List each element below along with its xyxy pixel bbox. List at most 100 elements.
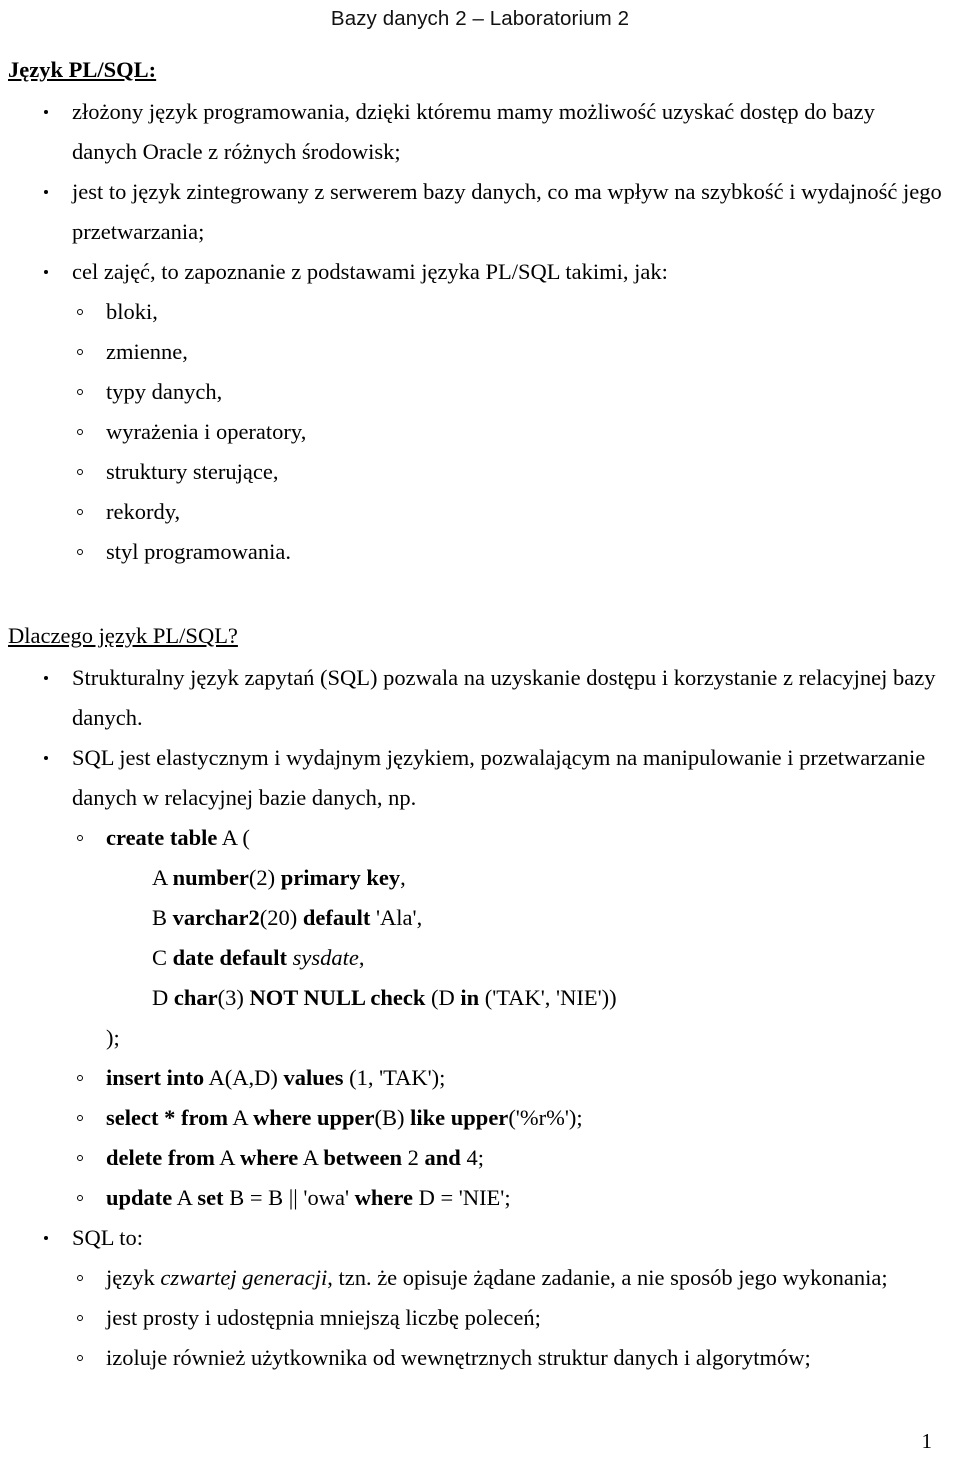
sql-keyword: create table	[106, 825, 218, 850]
list-item: izoluje również użytkownika od wewnętrzn…	[0, 1338, 960, 1378]
list-item: zmienne,	[0, 332, 960, 372]
sql-keyword: varchar2	[172, 905, 260, 930]
sql-column-def-a: A number(2) primary key,	[106, 858, 948, 898]
list-item-text: bloki,	[106, 299, 158, 324]
sql-statement-delete: delete from A where A between 2 and 4;	[0, 1138, 960, 1178]
sql-keyword: like upper	[410, 1105, 509, 1130]
bullet-circle-icon	[77, 309, 83, 315]
list-item: język czwartej generacji, tzn. że opisuj…	[0, 1258, 960, 1298]
sql-keyword: insert into	[106, 1065, 205, 1090]
list-item: cel zajęć, to zapoznanie z podstawami ję…	[0, 252, 960, 292]
sql-statement-create-table: create table A ( A number(2) primary key…	[0, 818, 960, 1058]
list-item-text: styl programowania.	[106, 539, 291, 564]
list-item-text: typy danych,	[106, 379, 223, 404]
sql-operand: (2)	[248, 865, 281, 890]
bullet-circle-icon	[77, 509, 83, 515]
sql-line: select * from A where upper(B) like uppe…	[106, 1098, 948, 1138]
sql-statement-update: update A set B = B || 'owa' where D = 'N…	[0, 1178, 960, 1218]
sql-keyword: and	[424, 1145, 461, 1170]
section-heading-jezyk-plsql: Język PL/SQL:	[8, 57, 157, 82]
list-item: SQL to:	[0, 1218, 960, 1258]
bullet-circle-icon	[77, 1355, 83, 1361]
bullet-circle-icon	[77, 349, 83, 355]
list-item: struktury sterujące,	[0, 452, 960, 492]
sql-operand: (B)	[374, 1105, 411, 1130]
bullet-list-jezyk-plsql: złożony język programowania, dzięki któr…	[0, 92, 960, 292]
sql-operand: 2	[402, 1145, 425, 1170]
sql-operand: (1, 'TAK');	[343, 1065, 446, 1090]
emphasis-text: czwartej generacji	[160, 1265, 328, 1290]
sql-column-def-d: D char(3) NOT NULL check (D in ('TAK', '…	[106, 978, 948, 1018]
bullet-circle-icon	[77, 429, 83, 435]
sql-operand: A	[214, 1145, 240, 1170]
bullet-dot-icon	[44, 1236, 48, 1240]
bullet-list-sql-to: SQL to:	[0, 1218, 960, 1258]
text-fragment: język	[106, 1265, 161, 1290]
sql-keyword: select * from	[106, 1105, 229, 1130]
bullet-dot-icon	[44, 270, 48, 274]
list-item-text: cel zajęć, to zapoznanie z podstawami ję…	[72, 259, 668, 284]
bullet-circle-icon	[77, 549, 83, 555]
list-item: Strukturalny język zapytań (SQL) pozwala…	[0, 658, 960, 738]
bullet-dot-icon	[44, 110, 48, 114]
sql-keyword: delete from	[106, 1145, 215, 1170]
list-item-text: struktury sterujące,	[106, 459, 279, 484]
sql-statement-select: select * from A where upper(B) like uppe…	[0, 1098, 960, 1138]
sql-column-def-b: B varchar2(20) default 'Ala',	[106, 898, 948, 938]
sql-keyword: NOT NULL check	[249, 985, 426, 1010]
list-item-text: wyrażenia i operatory,	[106, 419, 307, 444]
list-item: złożony język programowania, dzięki któr…	[0, 92, 960, 172]
sql-operand: A	[152, 865, 173, 890]
sql-operand: ('TAK', 'NIE'))	[479, 985, 617, 1010]
document-body: Język PL/SQL: złożony język programowani…	[0, 50, 960, 1378]
sql-keyword: primary key	[280, 865, 401, 890]
sql-operand: (3)	[217, 985, 250, 1010]
list-item-text: jest prosty i udostępnia mniejszą liczbę…	[106, 1305, 541, 1330]
list-item-text: Strukturalny język zapytań (SQL) pozwala…	[72, 665, 936, 730]
sql-line: create table A (	[106, 818, 948, 858]
sql-keyword: default	[302, 905, 371, 930]
sql-operand: (20)	[259, 905, 303, 930]
sql-operand: ,	[400, 865, 406, 890]
sql-keyword: values	[283, 1065, 344, 1090]
sql-operand: (D	[425, 985, 461, 1010]
sql-operand: C	[152, 945, 173, 970]
sql-keyword: where	[354, 1185, 413, 1210]
sql-keyword: update	[106, 1185, 173, 1210]
list-item: typy danych,	[0, 372, 960, 412]
sql-operand: A	[298, 1145, 324, 1170]
section-heading-dlaczego-plsql: Dlaczego język PL/SQL?	[8, 623, 238, 648]
list-item-text: złożony język programowania, dzięki któr…	[72, 99, 875, 164]
sql-operand: A	[228, 1105, 254, 1130]
list-item: styl programowania.	[0, 532, 960, 572]
list-item: jest prosty i udostępnia mniejszą liczbę…	[0, 1298, 960, 1338]
running-header: Bazy danych 2 – Laboratorium 2	[330, 7, 630, 30]
list-item: wyrażenia i operatory,	[0, 412, 960, 452]
sql-operand: A(A,D)	[204, 1065, 284, 1090]
bullet-dot-icon	[44, 190, 48, 194]
sql-operand: ,	[358, 945, 365, 970]
sql-operand: 'Ala',	[370, 905, 423, 930]
sql-operand: D	[152, 985, 174, 1010]
list-item-text: SQL jest elastycznym i wydajnym językiem…	[72, 745, 926, 810]
bullet-circle-icon	[77, 1315, 83, 1321]
document-page: Bazy danych 2 – Laboratorium 2 Język PL/…	[0, 0, 960, 1476]
text-fragment: , tzn. że opisuje żądane zadanie, a nie …	[327, 1265, 888, 1290]
sql-keyword: number	[172, 865, 249, 890]
list-item: jest to język zintegrowany z serwerem ba…	[0, 172, 960, 252]
bullet-circle-icon	[77, 1275, 83, 1281]
sql-line: delete from A where A between 2 and 4;	[106, 1138, 948, 1178]
list-item-text: język czwartej generacji, tzn. że opisuj…	[106, 1258, 948, 1298]
bullet-circle-icon	[77, 469, 83, 475]
list-item-text: zmienne,	[106, 339, 188, 364]
sub-bullet-list-sql-properties: język czwartej generacji, tzn. że opisuj…	[0, 1258, 960, 1378]
sql-line: insert into A(A,D) values (1, 'TAK');	[106, 1058, 948, 1098]
list-item-text: jest to język zintegrowany z serwerem ba…	[72, 179, 942, 244]
sql-operand: 4;	[460, 1145, 484, 1170]
sql-statement-insert: insert into A(A,D) values (1, 'TAK');	[0, 1058, 960, 1098]
list-item-text: SQL to:	[72, 1225, 144, 1250]
sql-keyword: where upper	[253, 1105, 375, 1130]
sql-operand: ('%r%');	[508, 1105, 583, 1130]
list-item: rekordy,	[0, 492, 960, 532]
